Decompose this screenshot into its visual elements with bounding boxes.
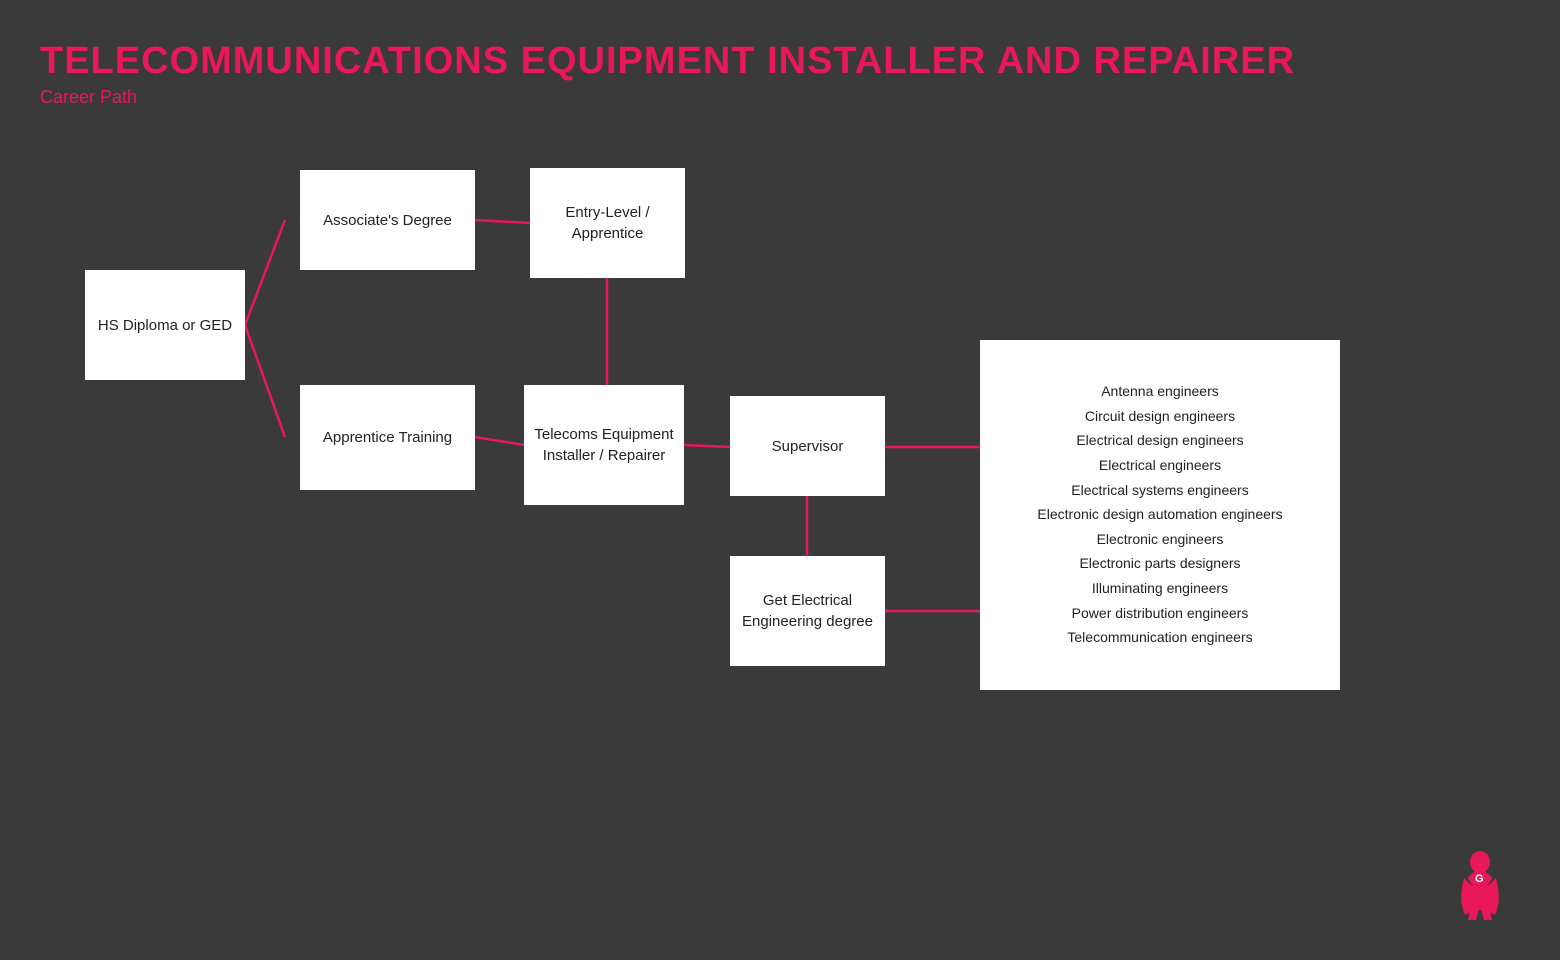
related-job-item: Electronic parts designers: [1079, 554, 1240, 574]
supervisor-box: Supervisor: [730, 396, 885, 496]
hs-diploma-box: HS Diploma or GED: [85, 270, 245, 380]
related-job-item: Telecommunication engineers: [1067, 628, 1252, 648]
apprentice-training-box: Apprentice Training: [300, 385, 475, 490]
related-job-item: Electrical systems engineers: [1071, 481, 1248, 501]
related-jobs-box: Antenna engineers Circuit design engineer…: [980, 340, 1340, 690]
associates-degree-box: Associate's Degree: [300, 170, 475, 270]
related-job-item: Power distribution engineers: [1072, 604, 1249, 624]
telecoms-box: Telecoms Equipment Installer / Repairer: [524, 385, 684, 505]
related-job-item: Electrical design engineers: [1076, 431, 1243, 451]
related-job-item: Electronic design automation engineers: [1037, 505, 1282, 525]
entry-level-box: Entry-Level / Apprentice: [530, 168, 685, 278]
related-job-item: Electronic engineers: [1097, 530, 1224, 550]
related-job-item: Circuit design engineers: [1085, 407, 1235, 427]
related-job-item: Antenna engineers: [1101, 382, 1219, 402]
logo: G: [1450, 850, 1510, 920]
related-job-item: Electrical engineers: [1099, 456, 1221, 476]
header: TELECOMMUNICATIONS EQUIPMENT INSTALLER A…: [40, 40, 1295, 108]
page-title: TELECOMMUNICATIONS EQUIPMENT INSTALLER A…: [40, 40, 1295, 83]
degree-box: Get Electrical Engineering degree: [730, 556, 885, 666]
related-job-item: Illuminating engineers: [1092, 579, 1228, 599]
page-subtitle: Career Path: [40, 87, 1295, 108]
related-jobs-list: Antenna engineers Circuit design engineer…: [1037, 382, 1282, 648]
svg-text:G: G: [1475, 873, 1484, 885]
